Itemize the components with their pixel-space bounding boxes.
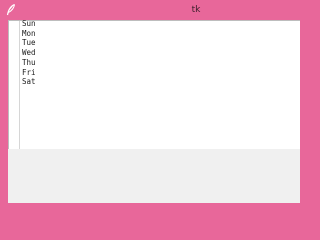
- listbox-gutter: [19, 21, 20, 149]
- list-item-wed[interactable]: Wed: [22, 48, 36, 58]
- list-item-sat[interactable]: Sat: [22, 77, 36, 87]
- list-item-mon[interactable]: Mon: [22, 29, 36, 39]
- app-window: tk Sun Mon Tue Wed Thu Fri Sat: [0, 0, 300, 210]
- title-bar[interactable]: tk: [0, 0, 300, 20]
- listbox-items: Sun Mon Tue Wed Thu Fri Sat: [22, 19, 36, 87]
- list-item-tue[interactable]: Tue: [22, 38, 36, 48]
- list-item-fri[interactable]: Fri: [22, 68, 36, 78]
- window-bottom-border: [0, 203, 300, 210]
- window-title: tk: [191, 5, 201, 15]
- list-item-sun[interactable]: Sun: [22, 19, 36, 29]
- window-client-area: Sun Mon Tue Wed Thu Fri Sat: [8, 19, 300, 203]
- day-listbox[interactable]: Sun Mon Tue Wed Thu Fri Sat: [8, 19, 300, 149]
- list-item-thu[interactable]: Thu: [22, 58, 36, 68]
